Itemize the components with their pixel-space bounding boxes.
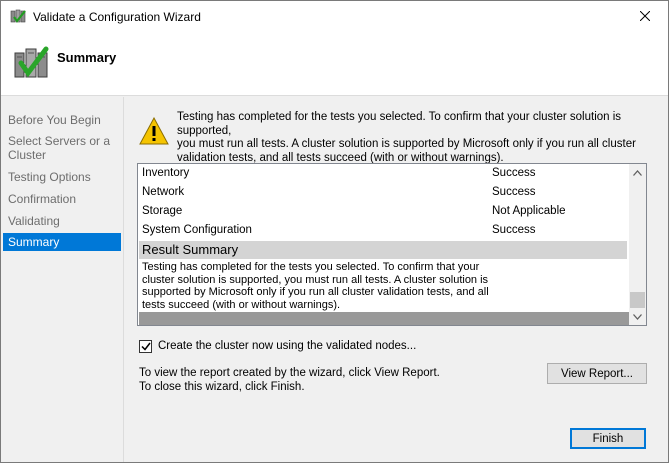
nav-step-label: Testing Options [8,170,91,184]
test-name: System Configuration [142,224,252,236]
support-notice-line: Testing has completed for the tests you … [177,111,622,137]
nav-step-confirmation[interactable]: Confirmation [3,192,121,206]
test-status: Not Applicable [492,205,566,217]
test-name: Network [142,186,185,198]
result-summary-text: Testing has completed for the tests you … [142,261,492,311]
close-icon [640,11,650,21]
warning-icon [139,116,169,145]
wizard-header: Summary [1,31,668,96]
result-row: Network Success [142,183,628,202]
wizard-steps-sidebar: Before You Begin Select Servers or a Clu… [1,97,124,462]
scroll-thumb[interactable] [630,292,645,308]
report-instruction-line: To view the report created by the wizard… [139,367,440,379]
main-panel: Testing has completed for the tests you … [125,97,668,462]
nav-step-label: Select Servers or a [8,134,111,148]
finish-button[interactable]: Finish [570,428,646,449]
nav-step-label-line2: Cluster [8,148,47,162]
checkmark-icon [140,342,151,351]
test-status: Success [492,167,536,179]
result-summary-line: Testing has completed for the tests you … [142,261,480,273]
page-title: Summary [57,50,117,65]
scroll-down-button[interactable] [629,308,646,325]
cluster-validated-icon [13,43,49,81]
test-status: Success [492,186,536,198]
nav-step-summary[interactable]: Summary [3,233,121,251]
nav-step-validating[interactable]: Validating [3,214,121,228]
window-title: Validate a Configuration Wizard [33,10,201,24]
cluster-wizard-icon [10,8,26,24]
result-row: Storage Not Applicable [142,202,628,221]
result-summary-line: cluster solution is supported, you must … [142,273,489,286]
test-name: Inventory [142,167,190,179]
nav-step-select-servers[interactable]: Select Servers or a Cluster [3,134,121,162]
report-instructions: To view the report created by the wizard… [139,367,440,394]
report-instruction-line: To close this wizard, click Finish. [139,380,305,393]
support-notice-line: you must run all tests. A cluster soluti… [177,138,636,150]
nav-step-label: Confirmation [8,192,77,206]
close-button[interactable] [622,1,668,31]
result-summary-heading: Result Summary [139,241,627,259]
nav-step-before-you-begin[interactable]: Before You Begin [3,113,121,127]
support-notice: Testing has completed for the tests you … [177,111,657,165]
result-row: System Configuration Success [142,221,628,240]
results-scrollbar[interactable] [629,164,646,325]
nav-step-label: Before You Begin [8,113,101,127]
wizard-window: Validate a Configuration Wizard Summary … [0,0,669,463]
result-row: Inventory Success [142,164,628,183]
result-footer-bar [139,312,629,325]
view-report-button[interactable]: View Report... [547,363,647,384]
test-name: Storage [142,205,183,217]
scroll-up-button[interactable] [629,164,646,181]
result-summary-line: supported by Microsoft only if you run a… [142,286,489,298]
create-cluster-checkbox[interactable] [139,340,152,353]
title-bar: Validate a Configuration Wizard [1,1,668,31]
test-status: Success [492,224,536,236]
chevron-up-icon [633,169,642,176]
result-summary-line: tests succeed (with or without warnings)… [142,298,341,311]
results-list[interactable]: Inventory Success Network Success Storag… [137,163,647,326]
nav-step-testing-options[interactable]: Testing Options [3,170,121,184]
chevron-down-icon [633,313,642,320]
nav-step-label: Summary [8,235,60,249]
nav-step-label: Validating [8,214,60,228]
create-cluster-label[interactable]: Create the cluster now using the validat… [158,340,416,352]
